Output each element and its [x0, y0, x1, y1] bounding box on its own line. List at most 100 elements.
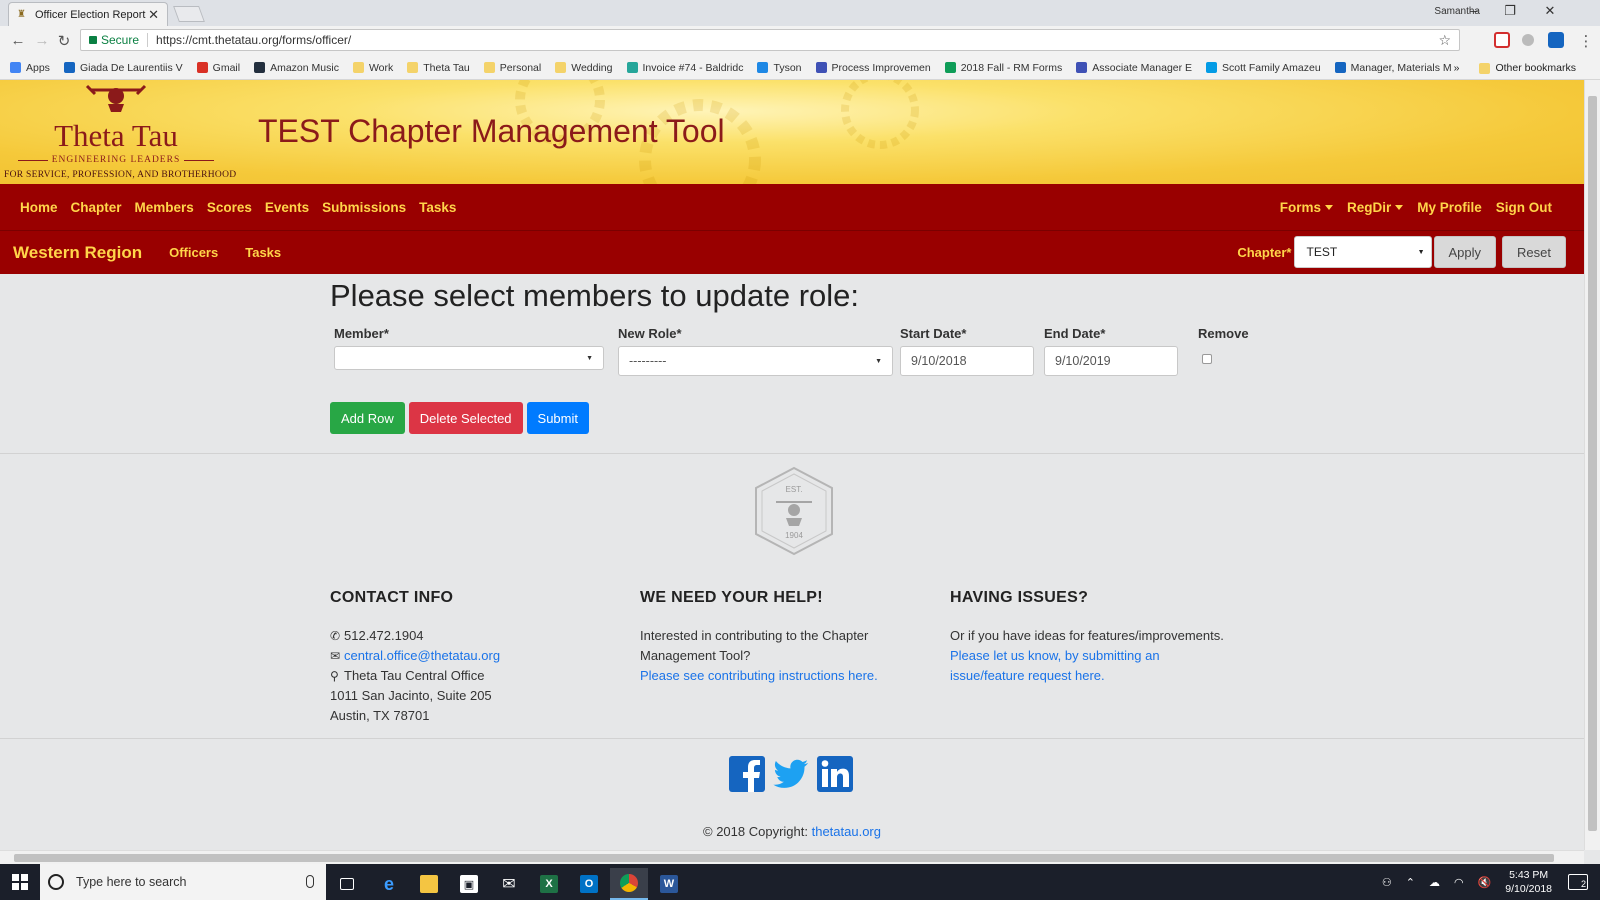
clock[interactable]: 5:43 PM 9/10/2018	[1505, 868, 1552, 896]
horizontal-scroll-thumb[interactable]	[14, 854, 1554, 862]
bookmark-item[interactable]: Wedding	[555, 62, 613, 74]
linkedin-icon[interactable]	[817, 756, 853, 792]
facebook-icon[interactable]	[729, 756, 765, 792]
onedrive-icon[interactable]: ☁	[1429, 876, 1440, 889]
url-text[interactable]: https://cmt.thetatau.org/forms/officer/	[156, 33, 1438, 47]
secure-indicator[interactable]: Secure	[89, 33, 139, 47]
window-close-icon[interactable]: ✕	[1540, 3, 1560, 19]
member-select[interactable]: ▼	[334, 346, 604, 370]
nav-home[interactable]: Home	[20, 200, 58, 215]
file-explorer-icon[interactable]	[410, 868, 448, 900]
chapter-select[interactable]: TEST ▼	[1293, 236, 1432, 268]
add-row-button[interactable]: Add Row	[330, 402, 405, 434]
member-header: Member*	[334, 326, 389, 341]
bookmark-item[interactable]: 2018 Fall - RM Forms	[944, 62, 1062, 74]
nav-scores[interactable]: Scores	[207, 200, 252, 215]
chrome-icon[interactable]	[610, 868, 648, 900]
nav-members[interactable]: Members	[135, 200, 194, 215]
forward-icon[interactable]: →	[32, 32, 52, 49]
contributing-link[interactable]: Please see contributing instructions her…	[640, 666, 890, 686]
bookmark-label: Tyson	[773, 61, 802, 74]
back-icon[interactable]: ←	[8, 32, 28, 49]
site-icon	[1076, 62, 1088, 73]
twitter-icon[interactable]	[773, 756, 809, 792]
volume-muted-icon[interactable]: 🔇	[1478, 876, 1492, 889]
restore-icon[interactable]: ❐	[1500, 3, 1520, 19]
extension-circle-icon[interactable]	[1522, 34, 1534, 46]
bookmark-star-icon[interactable]: ☆	[1438, 32, 1451, 49]
bookmark-item[interactable]: Tyson	[757, 61, 802, 74]
minimize-icon[interactable]: –	[1464, 3, 1484, 18]
bookmark-item[interactable]: Gmail	[196, 61, 241, 74]
microphone-icon[interactable]	[306, 875, 314, 888]
bookmarks-overflow-icon[interactable]: »	[1454, 62, 1460, 74]
nav-tasks[interactable]: Tasks	[419, 200, 456, 215]
bookmark-label: Scott Family Amazeu	[1222, 61, 1321, 74]
tab-close-icon[interactable]: ✕	[148, 7, 159, 23]
nav-events[interactable]: Events	[265, 200, 309, 215]
delete-selected-button[interactable]: Delete Selected	[408, 402, 523, 434]
extension-pocket-icon[interactable]	[1494, 32, 1510, 48]
remove-checkbox[interactable]	[1202, 354, 1212, 364]
role-select[interactable]: --------- ▼	[618, 346, 893, 376]
outlook-icon[interactable]: O	[570, 868, 608, 900]
action-center-icon[interactable]: 2	[1568, 874, 1588, 890]
vertical-scroll-thumb[interactable]	[1588, 96, 1597, 831]
bookmark-item[interactable]: Invoice #74 - Baldridc	[626, 62, 743, 74]
word-icon[interactable]: W	[650, 868, 688, 900]
site-icon	[626, 62, 638, 73]
vertical-scrollbar[interactable]	[1584, 80, 1600, 850]
contact-email-link[interactable]: central.office@thetatau.org	[344, 648, 500, 663]
end-date-input[interactable]: 9/10/2019	[1044, 346, 1178, 376]
bookmark-item[interactable]: Process Improvemen	[815, 62, 931, 74]
issue-request-link[interactable]: Please let us know, by submitting an iss…	[950, 646, 1180, 686]
nav-my-profile[interactable]: My Profile	[1417, 200, 1482, 215]
bookmarks-right: » Other bookmarks	[1454, 62, 1590, 74]
browser-tab[interactable]: ♜ Officer Election Report ✕	[8, 2, 168, 26]
bookmark-item[interactable]: Personal	[483, 62, 541, 74]
network-icon[interactable]: ◠	[1454, 876, 1464, 889]
bookmark-item[interactable]: Apps	[10, 62, 50, 74]
extension-chat-icon[interactable]	[1548, 32, 1564, 48]
bookmark-label: Gmail	[212, 61, 241, 74]
bookmark-item[interactable]: Manager, Materials M	[1334, 62, 1452, 74]
reset-button[interactable]: Reset	[1502, 236, 1566, 268]
nav-forms-dropdown[interactable]: Forms	[1280, 200, 1333, 215]
browser-menu-icon[interactable]: ⋮	[1576, 32, 1596, 50]
subnav-officers[interactable]: Officers	[169, 245, 218, 260]
people-icon[interactable]: ⚇	[1382, 876, 1392, 889]
theta-tau-logo[interactable]: Theta Tau ENGINEERING LEADERS FOR SERVIC…	[4, 82, 236, 182]
bookmark-item[interactable]: Giada De Laurentiis V	[63, 62, 183, 74]
new-tab-button[interactable]	[173, 6, 205, 22]
bookmark-item[interactable]: Associate Manager E	[1076, 62, 1192, 74]
store-icon[interactable]: ▣	[450, 868, 488, 900]
bookmark-item[interactable]: Work	[352, 62, 393, 74]
browser-tabstrip: ♜ Officer Election Report ✕ Samantha – ❐…	[0, 0, 1600, 26]
subnav-tasks[interactable]: Tasks	[245, 245, 281, 260]
nav-sign-out[interactable]: Sign Out	[1496, 200, 1552, 215]
reload-icon[interactable]: ↻	[54, 32, 74, 50]
nav-chapter[interactable]: Chapter	[71, 200, 122, 215]
nav-submissions[interactable]: Submissions	[322, 200, 406, 215]
nav-regdir-dropdown[interactable]: RegDir	[1347, 200, 1404, 215]
bookmark-item[interactable]: Scott Family Amazeu	[1206, 62, 1321, 74]
submit-button[interactable]: Submit	[526, 402, 589, 434]
start-date-input[interactable]: 9/10/2018	[900, 346, 1034, 376]
taskbar-search[interactable]: Type here to search	[40, 864, 326, 900]
issues-section: HAVING ISSUES? Or if you have ideas for …	[950, 588, 1240, 686]
mail-icon[interactable]: ✉	[490, 868, 528, 900]
region-title[interactable]: Western Region	[13, 243, 142, 263]
bookmark-item[interactable]: Theta Tau	[407, 62, 470, 74]
excel-icon[interactable]: X	[530, 868, 568, 900]
address-bar[interactable]: Secure https://cmt.thetatau.org/forms/of…	[80, 29, 1460, 51]
social-divider	[0, 738, 1584, 739]
task-view-icon[interactable]	[328, 868, 366, 900]
bookmark-item[interactable]: Amazon Music	[254, 62, 339, 74]
horizontal-scrollbar[interactable]	[0, 850, 1584, 864]
windows-start-icon[interactable]	[12, 874, 28, 890]
other-bookmarks[interactable]: Other bookmarks	[1495, 62, 1576, 74]
copyright-link[interactable]: thetatau.org	[812, 824, 881, 839]
apply-button[interactable]: Apply	[1433, 236, 1497, 268]
edge-icon[interactable]: e	[370, 868, 408, 900]
tray-expand-icon[interactable]: ⌃	[1406, 876, 1415, 889]
